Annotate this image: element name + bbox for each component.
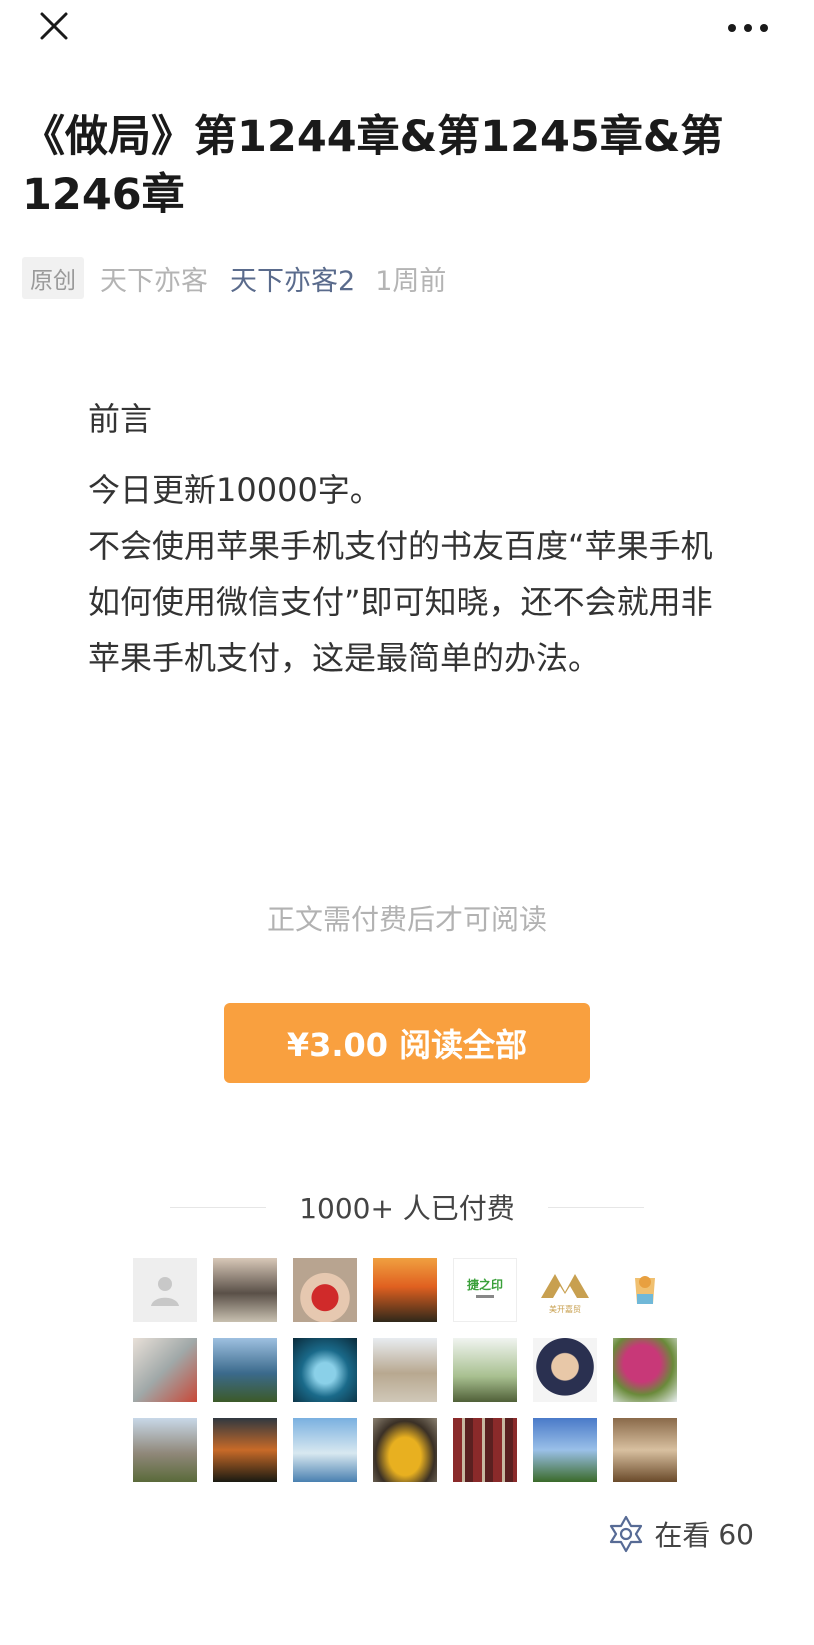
payers-count-label: 1000+ 人已付费 bbox=[299, 1192, 515, 1225]
payer-avatar-grid: 捷之印 美开嘉贸 bbox=[133, 1258, 681, 1482]
payer-avatar-sunset-plant[interactable] bbox=[373, 1258, 437, 1322]
original-tag: 原创 bbox=[22, 257, 84, 299]
gold-logo-text: 美开嘉贸 bbox=[549, 1304, 581, 1314]
payer-avatar-child-portrait[interactable] bbox=[293, 1258, 357, 1322]
author-name: 天下亦客 bbox=[100, 265, 208, 297]
payer-avatar-man-outdoor[interactable] bbox=[453, 1338, 517, 1402]
payer-avatar-sunset-field[interactable] bbox=[213, 1418, 277, 1482]
payer-avatar-sports-car[interactable] bbox=[373, 1418, 437, 1482]
payer-avatar-mountain-flag[interactable] bbox=[373, 1338, 437, 1402]
pay-read-all-button[interactable]: ¥3.00 阅读全部 bbox=[224, 1003, 590, 1083]
preface-paragraph: 不会使用苹果手机支付的书友百度“苹果手机如何使用微信支付”即可知晓，还不会就用非… bbox=[88, 527, 713, 677]
more-options-button[interactable] bbox=[720, 4, 776, 52]
payer-avatar-lamp-room[interactable] bbox=[133, 1338, 197, 1402]
cartoon-cup-icon bbox=[635, 1276, 655, 1304]
default-avatar-icon bbox=[151, 1277, 179, 1306]
more-dots-icon bbox=[728, 24, 768, 32]
account-name-link[interactable]: 天下亦客2 bbox=[230, 259, 355, 298]
divider-line bbox=[548, 1206, 644, 1208]
close-button[interactable] bbox=[30, 4, 78, 52]
top-bar bbox=[0, 0, 814, 60]
payer-avatar-sailboat[interactable] bbox=[293, 1418, 357, 1482]
article-title: 《做局》第1244章&第1245章&第1246章 bbox=[22, 112, 724, 220]
watching-count: 60 bbox=[718, 1517, 754, 1551]
payer-avatar-pink-tree[interactable] bbox=[613, 1338, 677, 1402]
payer-avatar-bookshelf[interactable] bbox=[453, 1418, 517, 1482]
close-icon bbox=[40, 12, 68, 40]
payer-avatar-sky-tree[interactable] bbox=[533, 1418, 597, 1482]
green-logo-text: 捷之印 bbox=[467, 1277, 503, 1292]
preface-heading: 前言 bbox=[88, 400, 153, 438]
preface-body: 今日更新10000字。 不会使用苹果手机支付的书友百度“苹果手机如何使用微信支付… bbox=[88, 462, 728, 686]
payers-count-row: 1000+ 人已付费 bbox=[170, 1185, 644, 1229]
green-logo-icon: 捷之印 bbox=[467, 1277, 503, 1298]
gold-logo-icon: 美开嘉贸 bbox=[541, 1274, 589, 1314]
article-meta: 原创 天下亦客 天下亦客2 1周前 bbox=[22, 257, 447, 299]
payer-avatar-cartoon-cup[interactable] bbox=[613, 1258, 677, 1322]
watching-button[interactable]: 在看 60 bbox=[606, 1512, 754, 1556]
divider-line bbox=[170, 1206, 266, 1208]
payer-avatar-horses[interactable] bbox=[613, 1418, 677, 1482]
payer-avatar-logo-green[interactable]: 捷之印 bbox=[453, 1258, 517, 1322]
watching-star-icon bbox=[610, 1515, 643, 1553]
payer-avatar-man-portrait[interactable] bbox=[213, 1258, 277, 1322]
watching-label: 在看 bbox=[654, 1519, 711, 1552]
payer-avatar-statue[interactable] bbox=[133, 1418, 197, 1482]
payer-avatar-man-glasses[interactable] bbox=[533, 1338, 597, 1402]
publish-time: 1周前 bbox=[375, 265, 447, 297]
payer-avatar-logo-gold[interactable]: 美开嘉贸 bbox=[533, 1258, 597, 1322]
paywall-note: 正文需付费后才可阅读 bbox=[266, 903, 547, 936]
payer-avatar-sea-cliff[interactable] bbox=[213, 1338, 277, 1402]
payer-avatar-default[interactable] bbox=[133, 1258, 197, 1322]
payer-avatar-blue-circle[interactable] bbox=[293, 1338, 357, 1402]
preface-paragraph: 今日更新10000字。 bbox=[88, 471, 382, 509]
